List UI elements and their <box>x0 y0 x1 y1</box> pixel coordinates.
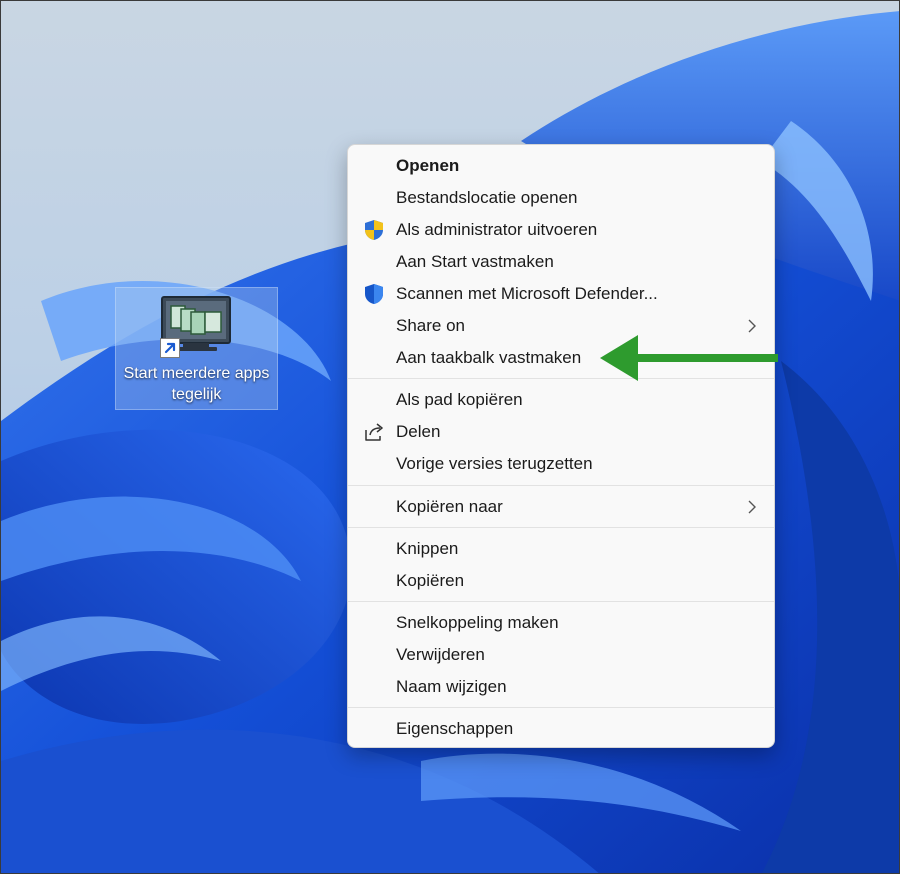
menu-item-label: Snelkoppeling maken <box>396 613 559 632</box>
menu-item-label: Bestandslocatie openen <box>396 188 578 207</box>
menu-item-als-administrator-uitvoeren[interactable]: Als administrator uitvoeren <box>352 214 770 246</box>
shortcut-label: Start meerdere apps tegelijk <box>116 363 277 405</box>
menu-item-kopieren[interactable]: Kopiëren <box>352 565 770 597</box>
menu-item-label: Kopiëren <box>396 571 465 590</box>
context-menu: Openen Bestandslocatie openen Als admini… <box>347 144 775 748</box>
annotation-arrow-icon <box>600 335 778 381</box>
menu-item-naam-wijzigen[interactable]: Naam wijzigen <box>352 671 770 703</box>
menu-item-knippen[interactable]: Knippen <box>352 533 770 565</box>
menu-item-scannen-met-defender[interactable]: Scannen met Microsoft Defender... <box>352 278 770 310</box>
desktop-shortcut[interactable]: Start meerdere apps tegelijk <box>115 287 278 410</box>
menu-item-kopieren-naar[interactable]: Kopiëren naar <box>352 491 770 523</box>
menu-item-aan-start-vastmaken[interactable]: Aan Start vastmaken <box>352 246 770 278</box>
menu-item-label: Aan Start vastmaken <box>396 252 554 271</box>
menu-item-label: Als administrator uitvoeren <box>396 220 598 239</box>
menu-item-label: Openen <box>396 156 460 175</box>
menu-item-eigenschappen[interactable]: Eigenschappen <box>352 713 770 745</box>
menu-item-label: Aan taakbalk vastmaken <box>396 348 582 367</box>
shortcut-arrow-icon <box>160 338 180 358</box>
menu-item-delen[interactable]: Delen <box>352 416 770 448</box>
menu-separator <box>348 527 774 528</box>
menu-item-snelkoppeling-maken[interactable]: Snelkoppeling maken <box>352 607 770 639</box>
menu-separator <box>348 485 774 486</box>
chevron-right-icon <box>748 500 756 514</box>
menu-item-label: Vorige versies terugzetten <box>396 454 593 473</box>
menu-item-als-pad-kopieren[interactable]: Als pad kopiëren <box>352 384 770 416</box>
menu-separator <box>348 601 774 602</box>
desktop: Start meerdere apps tegelijk Openen Best… <box>0 0 900 874</box>
shortcut-label-line1: Start meerdere apps <box>123 365 270 382</box>
menu-item-vorige-versies-terugzetten[interactable]: Vorige versies terugzetten <box>352 448 770 480</box>
menu-item-verwijderen[interactable]: Verwijderen <box>352 639 770 671</box>
defender-shield-icon <box>365 284 383 304</box>
menu-item-label: Delen <box>396 422 441 441</box>
menu-item-label: Share on <box>396 316 465 335</box>
shortcut-label-line2: tegelijk <box>171 386 222 403</box>
menu-item-bestandslocatie-openen[interactable]: Bestandslocatie openen <box>352 182 770 214</box>
menu-item-label: Scannen met Microsoft Defender... <box>396 284 658 303</box>
share-icon <box>365 423 383 441</box>
menu-item-label: Knippen <box>396 539 459 558</box>
uac-shield-icon <box>365 220 383 240</box>
menu-item-label: Kopiëren naar <box>396 497 503 516</box>
menu-item-label: Eigenschappen <box>396 719 514 738</box>
menu-item-label: Verwijderen <box>396 645 485 664</box>
menu-item-label: Als pad kopiëren <box>396 390 523 409</box>
chevron-right-icon <box>748 319 756 333</box>
menu-item-openen[interactable]: Openen <box>352 150 770 182</box>
menu-item-label: Naam wijzigen <box>396 677 507 696</box>
menu-separator <box>348 707 774 708</box>
